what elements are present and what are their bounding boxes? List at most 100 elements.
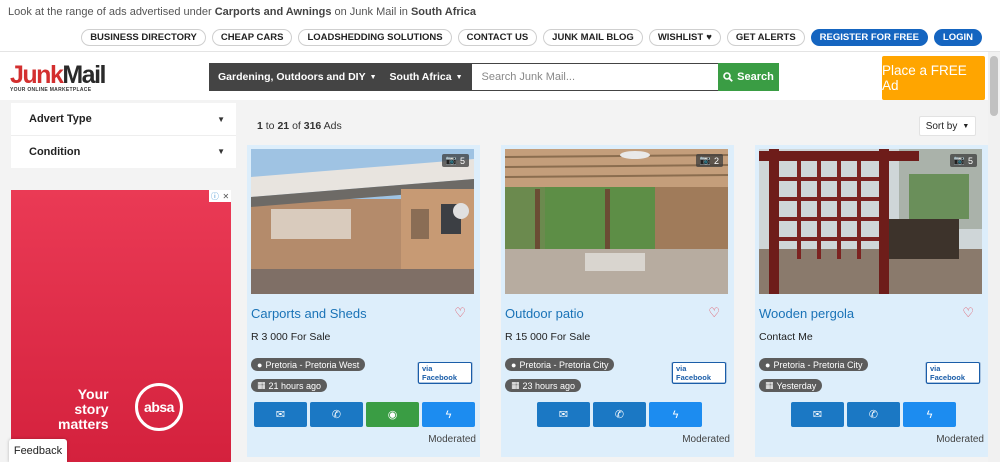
call-button[interactable]: ✆ (310, 402, 363, 427)
listing-title[interactable]: Outdoor patio (505, 306, 584, 321)
banner-tagline: Your story matters (58, 387, 109, 432)
link-business-directory[interactable]: BUSINESS DIRECTORY (81, 29, 206, 46)
filter-advert-type[interactable]: Advert Type ▼ (11, 103, 236, 135)
listing-photo[interactable]: 📷 5 (759, 149, 982, 294)
call-button[interactable]: ✆ (847, 402, 900, 427)
intro-category: Carports and Awnings (214, 6, 332, 18)
listing-card[interactable]: 📷 5 Carports and Sheds ♡ R 3 000 For Sal… (247, 145, 480, 457)
location-label: Pretoria - Pretoria City (773, 359, 863, 370)
logo-tagline: YOUR ONLINE MARKETPLACE (10, 87, 92, 93)
camera-icon: 📷 (699, 155, 711, 165)
search-button-label: Search (737, 71, 774, 83)
listing-title[interactable]: Carports and Sheds (251, 306, 367, 321)
messenger-button[interactable]: ϟ (649, 402, 702, 427)
absa-logo: absa (135, 383, 183, 431)
chevron-down-icon: ▼ (217, 114, 225, 124)
search-input[interactable]: Search Junk Mail... (471, 63, 718, 91)
messenger-icon: ϟ (672, 408, 679, 421)
email-button[interactable]: ✉ (254, 402, 307, 427)
photo-count-value: 5 (459, 155, 465, 166)
sort-label: Sort by (925, 120, 958, 132)
whatsapp-icon: ◉ (387, 409, 398, 421)
moderated-label: Moderated (936, 434, 984, 445)
email-button[interactable]: ✉ (537, 402, 590, 427)
intro-text: Look at the range of ads advertised unde… (8, 6, 476, 18)
heart-icon[interactable]: ♡ (454, 306, 466, 319)
listing-photo[interactable]: 📷 2 (505, 149, 728, 294)
camera-icon: 📷 (445, 155, 457, 165)
region-dropdown[interactable]: South Africa ▼ (385, 63, 472, 91)
location-badge: ● Pretoria - Pretoria West (251, 358, 366, 371)
header-divider (0, 51, 1000, 52)
link-contact-us[interactable]: CONTACT US (457, 29, 538, 46)
adchoices-icon[interactable]: ⓘ ✕ (209, 190, 231, 202)
link-loadshedding[interactable]: LOADSHEDDING SOLUTIONS (298, 29, 452, 46)
calendar-icon: ▦ (765, 380, 774, 390)
filter-condition[interactable]: Condition ▼ (11, 135, 236, 167)
email-button[interactable]: ✉ (791, 402, 844, 427)
chevron-down-icon: ▼ (217, 147, 225, 156)
scrollbar-thumb[interactable] (990, 56, 998, 116)
results-to-word: to (265, 120, 275, 132)
phone-icon: ✆ (868, 409, 879, 421)
region-label: South Africa (389, 71, 452, 83)
search-button[interactable]: Search (718, 63, 779, 91)
results-total: 316 (303, 120, 322, 132)
link-get-alerts[interactable]: GET ALERTS (726, 29, 805, 46)
moderated-label: Moderated (428, 434, 476, 445)
messenger-button[interactable]: ϟ (903, 402, 956, 427)
filter-label: Condition (29, 145, 81, 158)
phone-icon: ✆ (331, 409, 342, 421)
link-cheap-cars[interactable]: CHEAP CARS (211, 29, 293, 46)
results-suffix: Ads (323, 120, 342, 132)
time-label: Yesterday (776, 380, 817, 391)
location-label: Pretoria - Pretoria West (265, 359, 360, 370)
heart-icon: ♥ (706, 32, 712, 43)
category-dropdown[interactable]: Gardening, Outdoors and DIY ▼ (209, 63, 386, 91)
banner-line: story (74, 401, 109, 417)
link-wishlist[interactable]: WISHLIST ♥ (648, 29, 721, 46)
listing-card[interactable]: 📷 5 Wooden pergola ♡ Contact Me ● Pretor… (755, 145, 988, 457)
listing-photo[interactable]: 📷 5 (251, 149, 474, 294)
location-badge: ● Pretoria - Pretoria City (759, 358, 869, 371)
results-from: 1 (257, 120, 263, 132)
advert-banner[interactable]: ⓘ ✕ Your story matters absa (11, 190, 231, 462)
messenger-button[interactable]: ϟ (422, 402, 475, 427)
link-blog[interactable]: JUNK MAIL BLOG (543, 29, 643, 46)
listing-price: R 3 000 For Sale (251, 331, 331, 343)
camera-icon: 📷 (953, 155, 965, 165)
listing-card[interactable]: 📷 2 Outdoor patio ♡ R 15 000 For Sale ● … (501, 145, 734, 457)
messenger-icon: ϟ (926, 408, 933, 421)
whatsapp-button[interactable]: ◉ (366, 402, 419, 427)
chevron-down-icon: ▼ (369, 73, 377, 81)
banner-line: matters (58, 416, 109, 432)
search-icon (723, 72, 733, 82)
map-pin-icon: ● (765, 359, 771, 370)
sort-dropdown[interactable]: Sort by ▼ (919, 116, 976, 136)
call-button[interactable]: ✆ (593, 402, 646, 427)
junkmail-logo[interactable]: JunkMail YOUR ONLINE MARKETPLACE (10, 61, 106, 93)
time-badge: ▦ Yesterday (759, 379, 823, 392)
via-facebook-badge: via Facebook (671, 361, 727, 384)
calendar-icon: ▦ (511, 380, 520, 390)
logo-junk: Junk (10, 61, 64, 89)
time-label: 23 hours ago (522, 380, 576, 391)
listing-title[interactable]: Wooden pergola (759, 306, 854, 321)
page-scrollbar[interactable] (988, 52, 1000, 462)
via-facebook-badge: via Facebook (417, 361, 473, 384)
map-pin-icon: ● (511, 359, 517, 370)
heart-icon[interactable]: ♡ (962, 306, 974, 319)
heart-icon[interactable]: ♡ (708, 306, 720, 319)
facebook-label: via Facebook (926, 361, 980, 384)
chevron-down-icon: ▼ (962, 122, 970, 130)
place-free-ad-button[interactable]: Place a FREE Ad (882, 56, 985, 100)
login-button[interactable]: LOGIN (933, 29, 982, 46)
listing-actions: ✉ ✆ ϟ (537, 402, 702, 427)
photo-count: 📷 5 (441, 154, 469, 167)
search-bar: Gardening, Outdoors and DIY ▼ South Afri… (209, 63, 779, 91)
intro-prefix: Look at the range of ads advertised unde… (8, 6, 212, 18)
register-button[interactable]: REGISTER FOR FREE (810, 29, 928, 46)
feedback-tab[interactable]: Feedback (9, 439, 67, 462)
photo-count: 📷 5 (949, 154, 977, 167)
filter-label: Advert Type (29, 113, 92, 125)
